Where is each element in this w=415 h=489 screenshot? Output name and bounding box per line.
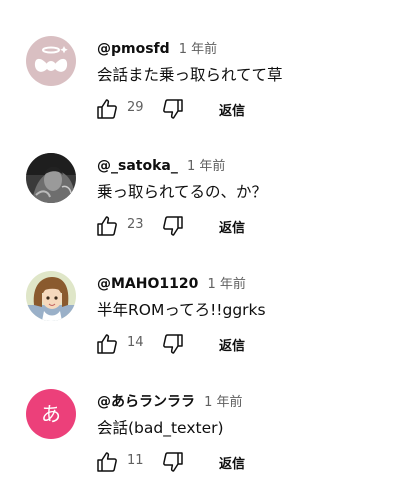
- like-button[interactable]: [95, 450, 119, 474]
- thumbs-up-icon: [97, 334, 117, 354]
- dislike-button[interactable]: [161, 450, 185, 474]
- dark-photo-icon: [26, 153, 76, 203]
- comment-header: @_satoka_ 1 年前: [97, 155, 225, 174]
- like-count: 11: [127, 453, 144, 468]
- avatar[interactable]: [26, 36, 76, 86]
- reply-button[interactable]: 返信: [219, 335, 245, 354]
- like-button[interactable]: [95, 214, 119, 238]
- timestamp[interactable]: 1 年前: [187, 159, 225, 174]
- timestamp[interactable]: 1 年前: [204, 395, 242, 410]
- dislike-button[interactable]: [161, 97, 185, 121]
- anime-girl-icon: [26, 271, 76, 321]
- reply-button[interactable]: 返信: [219, 453, 245, 472]
- thumbs-up-icon: [97, 216, 117, 236]
- thumbs-down-icon: [163, 99, 183, 119]
- comment-toolbar: 11 返信: [95, 450, 295, 474]
- author-name[interactable]: @MAHO1120: [97, 276, 198, 292]
- comment-item: @pmosfd 1 年前 会話また乗っ取られてて草 29 返信: [0, 36, 415, 154]
- comment-toolbar: 23 返信: [95, 214, 295, 238]
- like-count: 23: [127, 217, 144, 232]
- like-button[interactable]: [95, 332, 119, 356]
- thumbs-down-icon: [163, 334, 183, 354]
- like-button[interactable]: [95, 97, 119, 121]
- thumbs-down-icon: [163, 216, 183, 236]
- comment-item: @_satoka_ 1 年前 乗っ取られてるの、か？ 23 返信: [0, 153, 415, 271]
- comment-list: @pmosfd 1 年前 会話また乗っ取られてて草 29 返信 @_satoka…: [0, 0, 415, 489]
- comment-text: 会話また乗っ取られてて草: [97, 66, 283, 84]
- author-name[interactable]: @pmosfd: [97, 41, 170, 57]
- avatar[interactable]: あ: [26, 389, 76, 439]
- dislike-button[interactable]: [161, 214, 185, 238]
- like-count: 14: [127, 335, 144, 350]
- comment-header: @あらランララ 1 年前: [97, 391, 243, 411]
- comment-item: あ @あらランララ 1 年前 会話(bad_texter) 11 返信: [0, 389, 415, 489]
- like-count: 29: [127, 100, 144, 115]
- reply-button[interactable]: 返信: [219, 100, 245, 119]
- timestamp[interactable]: 1 年前: [207, 277, 245, 292]
- comment-toolbar: 14 返信: [95, 332, 295, 356]
- thumbs-up-icon: [97, 452, 117, 472]
- thumbs-down-icon: [163, 452, 183, 472]
- comment-item: @MAHO1120 1 年前 半年ROMってろ!!ggrks 14 返信: [0, 271, 415, 389]
- angel-wings-icon: [26, 36, 76, 86]
- comment-header: @pmosfd 1 年前: [97, 38, 217, 57]
- comment-toolbar: 29 返信: [95, 97, 295, 121]
- timestamp[interactable]: 1 年前: [179, 42, 217, 57]
- thumbs-up-icon: [97, 99, 117, 119]
- author-name[interactable]: @あらランララ: [97, 394, 195, 410]
- comment-text: 会話(bad_texter): [97, 419, 224, 437]
- dislike-button[interactable]: [161, 332, 185, 356]
- avatar[interactable]: [26, 153, 76, 203]
- author-name[interactable]: @_satoka_: [97, 158, 178, 174]
- comment-header: @MAHO1120 1 年前: [97, 273, 246, 292]
- reply-button[interactable]: 返信: [219, 217, 245, 236]
- comment-text: 半年ROMってろ!!ggrks: [97, 301, 266, 319]
- avatar[interactable]: [26, 271, 76, 321]
- comment-text: 乗っ取られてるの、か？: [97, 183, 268, 201]
